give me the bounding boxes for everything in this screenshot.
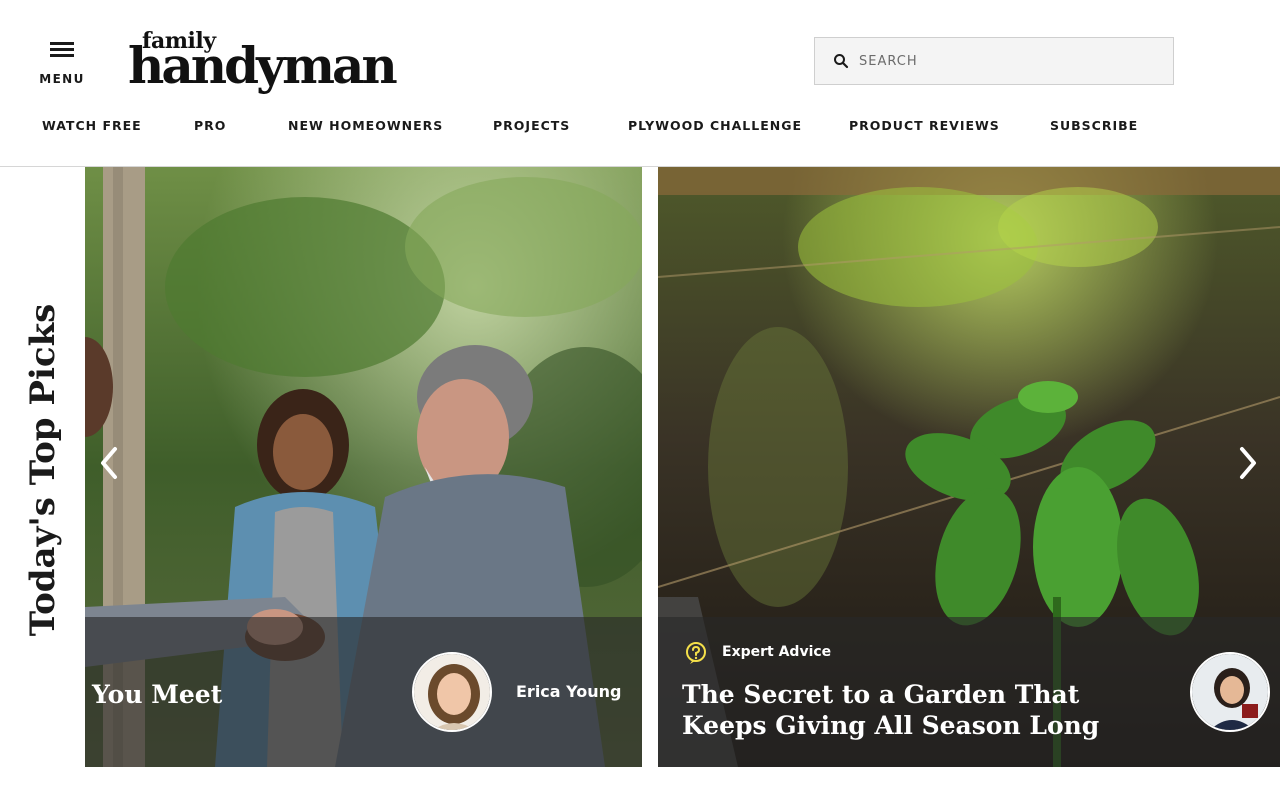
nav-watch-free[interactable]: WATCH FREE bbox=[42, 118, 142, 133]
section-heading: Today's Top Picks bbox=[18, 304, 68, 637]
carousel-card-1[interactable]: You Meet Erica Young bbox=[85, 167, 642, 767]
site-logo[interactable]: family handyman bbox=[128, 28, 398, 94]
primary-nav: WATCH FREE PRO NEW HOMEOWNERS PROJECTS P… bbox=[0, 118, 1280, 138]
author-avatar bbox=[1190, 652, 1270, 732]
hamburger-icon bbox=[50, 42, 74, 58]
card-title: You Meet bbox=[92, 680, 223, 709]
menu-label: MENU bbox=[39, 72, 85, 86]
nav-new-homeowners[interactable]: NEW HOMEOWNERS bbox=[288, 118, 443, 133]
author-name[interactable]: Erica Young bbox=[516, 682, 622, 701]
menu-button[interactable]: MENU bbox=[36, 36, 88, 92]
carousel-card-2[interactable]: Expert Advice The Secret to a Garden Tha… bbox=[658, 167, 1280, 767]
search-box[interactable] bbox=[814, 37, 1174, 85]
card-title-line1: The Secret to a Garden That bbox=[682, 680, 1080, 709]
card-category: Expert Advice bbox=[722, 644, 832, 660]
card-title-line2: Keeps Giving All Season Long bbox=[682, 711, 1100, 740]
carousel-next-button[interactable] bbox=[1232, 443, 1264, 483]
nav-plywood-challenge[interactable]: PLYWOOD CHALLENGE bbox=[628, 118, 802, 133]
nav-product-reviews[interactable]: PRODUCT REVIEWS bbox=[849, 118, 1000, 133]
author-avatar bbox=[412, 652, 492, 732]
nav-subscribe[interactable]: SUBSCRIBE bbox=[1050, 118, 1138, 133]
nav-projects[interactable]: PROJECTS bbox=[493, 118, 570, 133]
chevron-left-icon bbox=[101, 447, 117, 479]
search-input[interactable] bbox=[859, 46, 1159, 76]
section-heading-text: Today's Top Picks bbox=[23, 303, 63, 637]
logo-word-handyman: handyman bbox=[128, 36, 398, 95]
carousel-prev-button[interactable] bbox=[93, 443, 125, 483]
nav-pro[interactable]: PRO bbox=[194, 118, 226, 133]
expert-advice-icon bbox=[686, 642, 706, 664]
search-icon bbox=[834, 54, 849, 69]
chevron-right-icon bbox=[1240, 447, 1256, 479]
